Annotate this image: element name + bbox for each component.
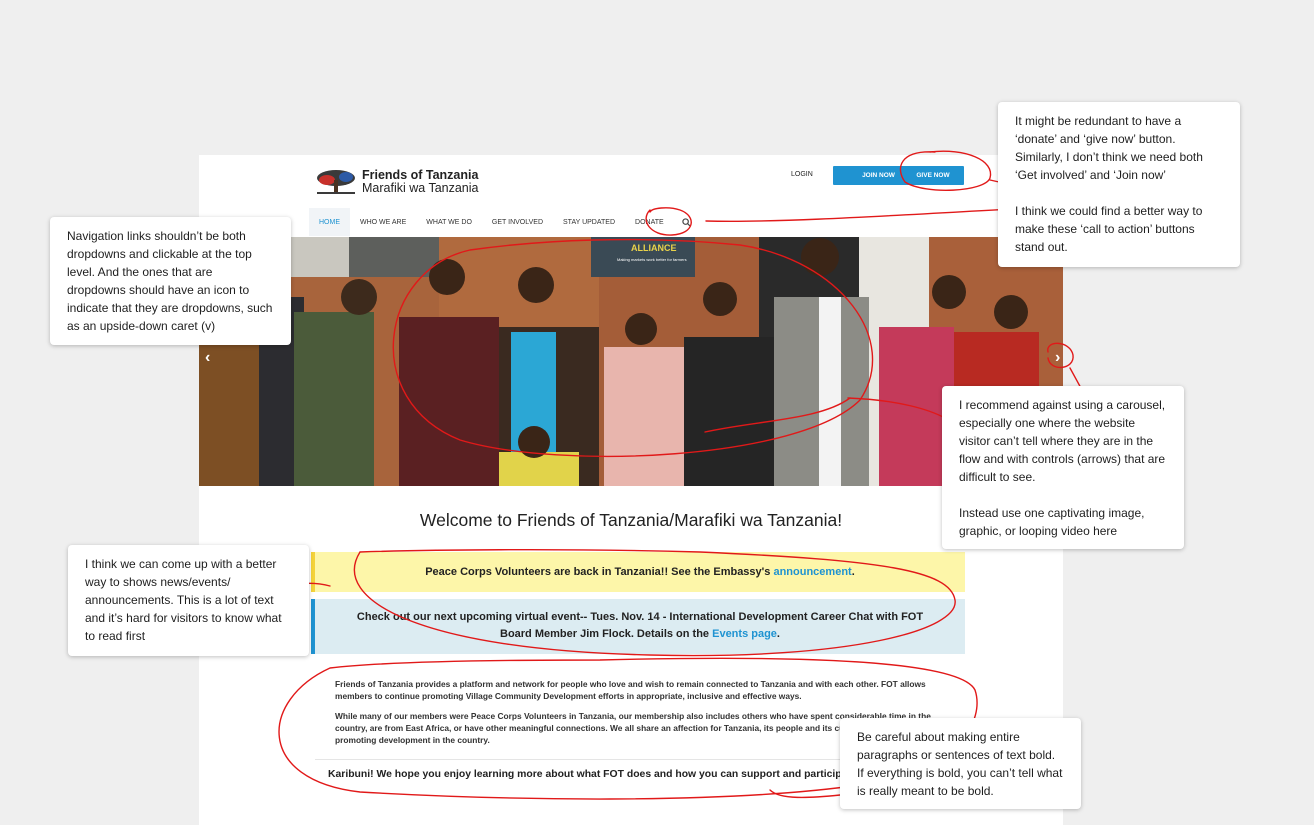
events-page-link[interactable]: Events page bbox=[712, 628, 777, 640]
hero-banner-text: ALLIANCE bbox=[631, 243, 677, 253]
nav-who-we-are[interactable]: WHO WE ARE bbox=[350, 208, 416, 236]
search-icon[interactable] bbox=[680, 208, 694, 236]
notice1-end: . bbox=[851, 566, 855, 578]
nav-what-we-do[interactable]: WHAT WE DO bbox=[416, 208, 482, 236]
nav-donate[interactable]: DONATE bbox=[625, 208, 674, 236]
group-photo: ALLIANCE Making markets work better for … bbox=[199, 237, 1063, 486]
intro-paragraph: Friends of Tanzania provides a platform … bbox=[335, 679, 926, 701]
announcement-link[interactable]: announcement bbox=[773, 566, 851, 578]
karibuni-paragraph: Karibuni! We hope you enjoy learning mor… bbox=[328, 769, 919, 780]
welcome-heading: Welcome to Friends of Tanzania/Marafiki … bbox=[419, 510, 843, 530]
main-nav: HOME WHO WE ARE WHAT WE DO GET INVOLVED … bbox=[309, 208, 694, 236]
carousel-next-arrow[interactable]: › bbox=[1055, 349, 1060, 367]
comment-bold-text: Be careful about making entire paragraph… bbox=[840, 718, 1081, 809]
nav-home[interactable]: HOME bbox=[309, 208, 350, 236]
site-logo[interactable]: Friends of Tanzania Marafiki wa Tanzania bbox=[315, 167, 490, 197]
comment-navigation: Navigation links shouldn’t be both dropd… bbox=[50, 217, 291, 345]
comment-cta-buttons: It might be redundant to have a ‘donate’… bbox=[998, 102, 1240, 267]
hero-carousel: ALLIANCE Making markets work better for … bbox=[199, 237, 1063, 486]
hero-banner-subtext: Making markets work better for farmers bbox=[617, 257, 687, 262]
login-link[interactable]: LOGIN bbox=[791, 171, 813, 178]
notice2-text: Check out our next upcoming virtual even… bbox=[356, 611, 924, 640]
logo-subtitle: Marafiki wa Tanzania bbox=[362, 181, 479, 195]
nav-stay-updated[interactable]: STAY UPDATED bbox=[553, 208, 625, 236]
give-now-button[interactable]: GIVE NOW bbox=[902, 166, 964, 185]
notice2-end: . bbox=[776, 628, 780, 640]
comment-carousel: I recommend against using a carousel, es… bbox=[942, 386, 1184, 549]
carousel-prev-arrow[interactable]: ‹ bbox=[205, 349, 210, 367]
tree-logo-icon bbox=[317, 170, 355, 194]
notice-event: Check out our next upcoming virtual even… bbox=[311, 599, 965, 654]
nav-get-involved[interactable]: GET INVOLVED bbox=[482, 208, 553, 236]
notice1-text: Peace Corps Volunteers are back in Tanza… bbox=[425, 566, 771, 578]
comment-announcements: I think we can come up with a better way… bbox=[68, 545, 309, 656]
notice-announcement: Peace Corps Volunteers are back in Tanza… bbox=[311, 552, 965, 592]
